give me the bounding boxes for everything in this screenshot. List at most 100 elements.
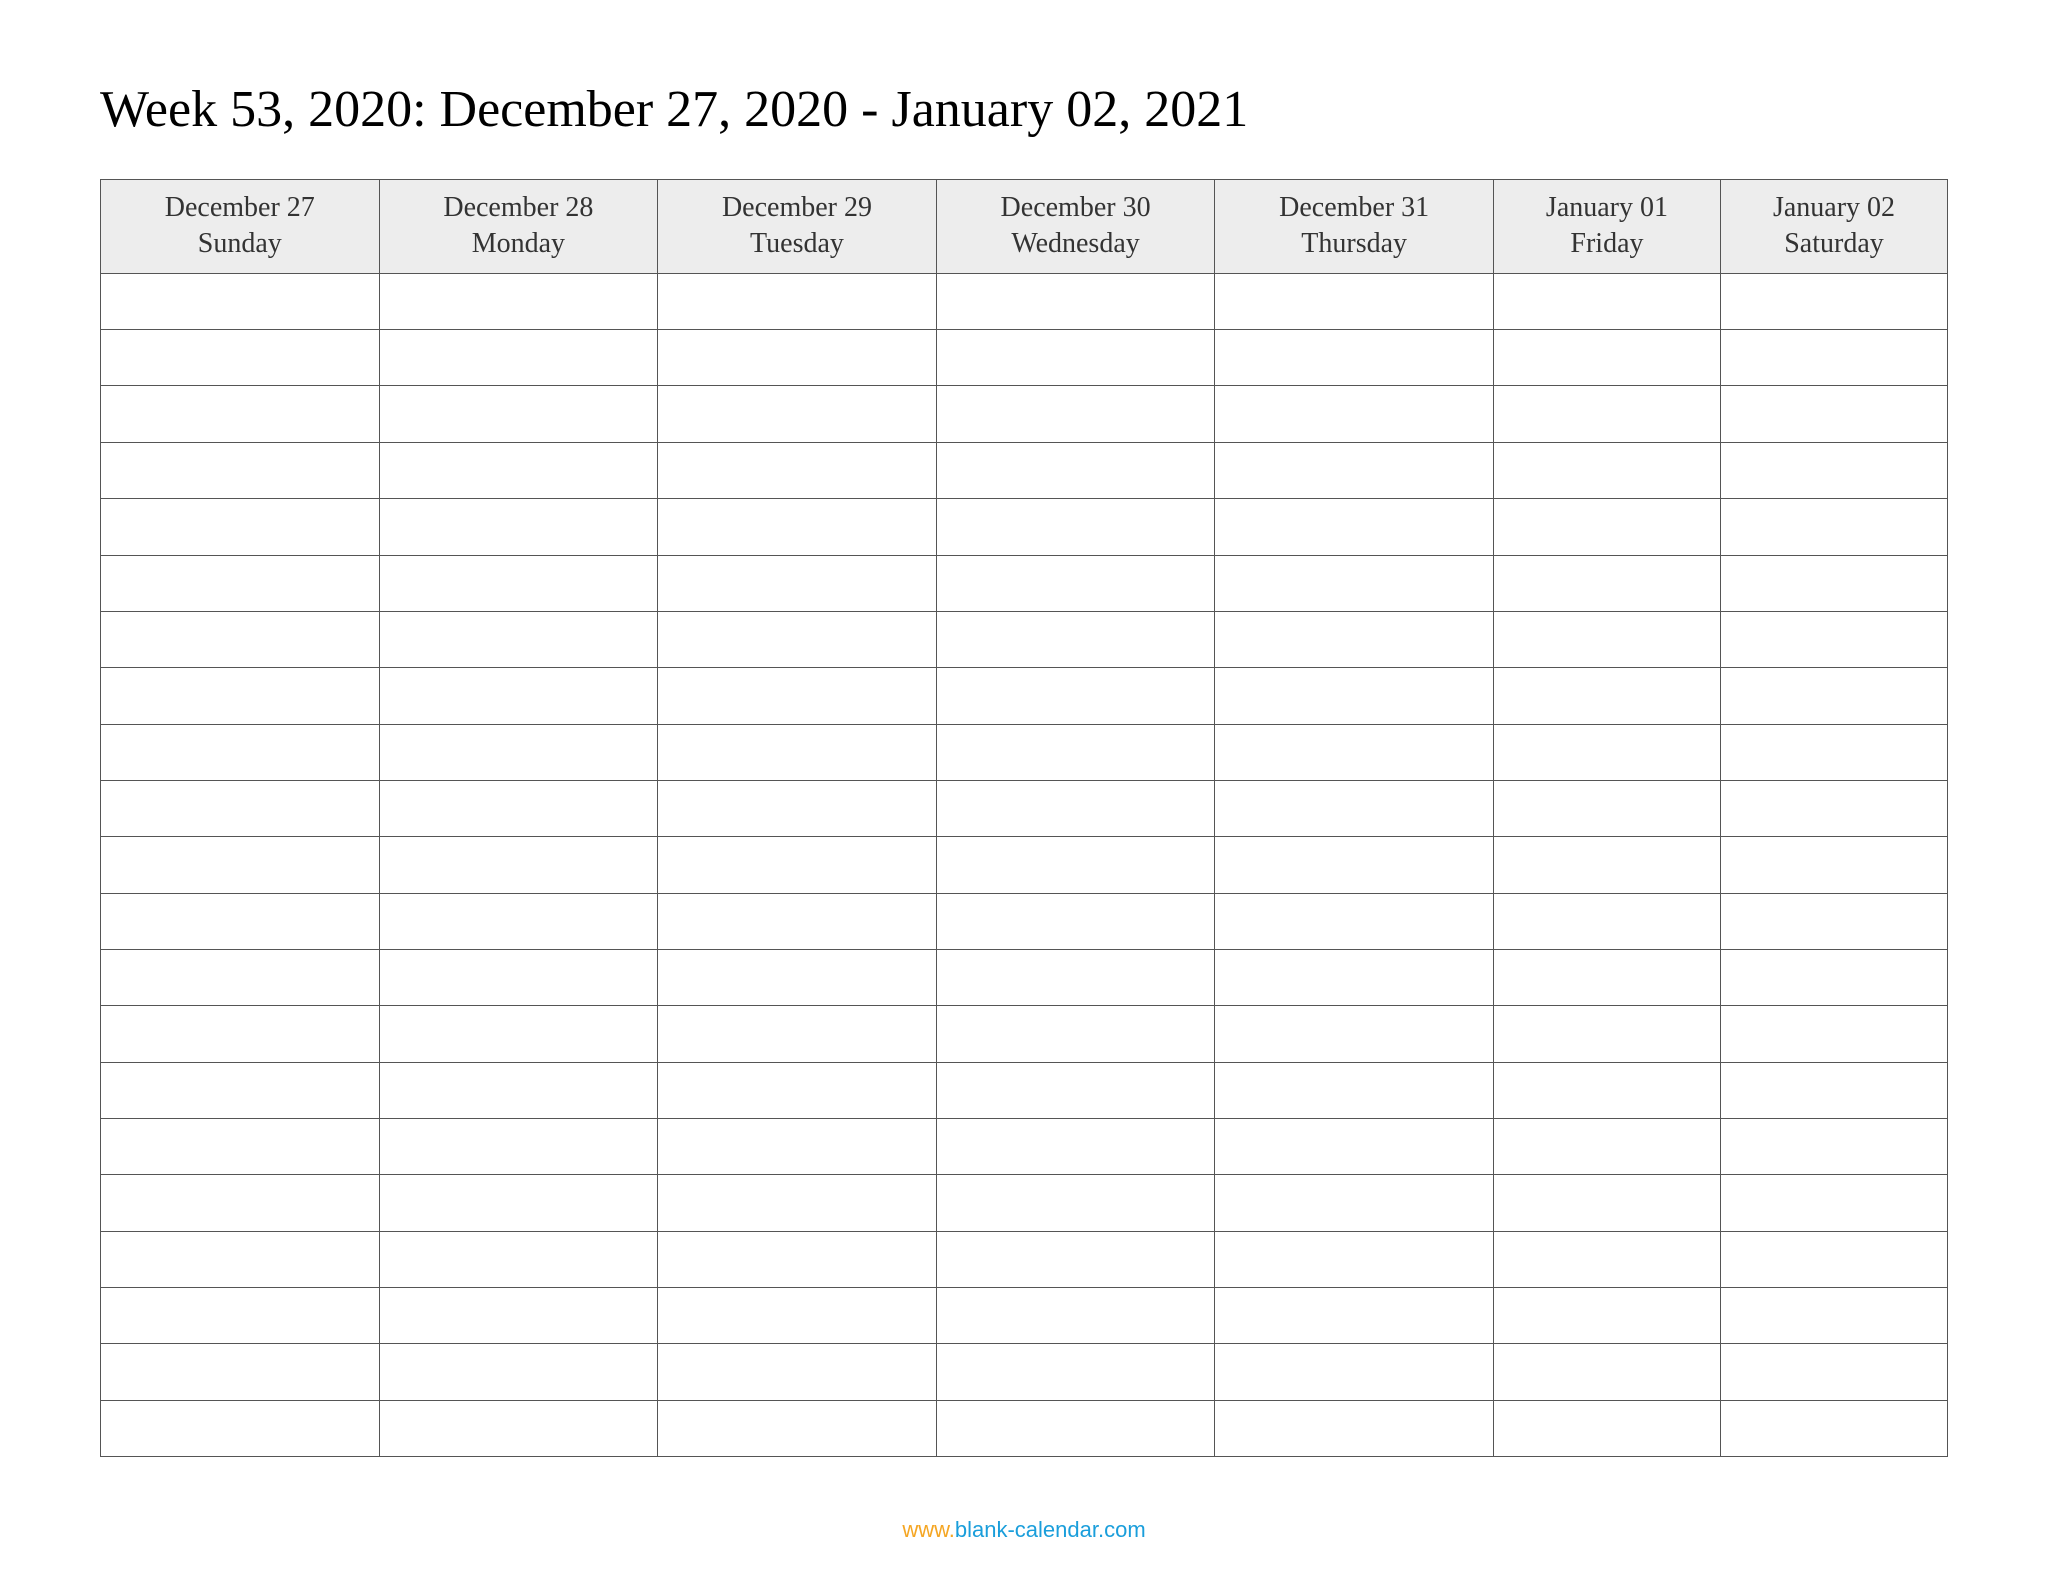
calendar-cell — [1493, 949, 1720, 1005]
calendar-cell — [936, 611, 1215, 667]
calendar-cell — [1493, 611, 1720, 667]
footer-prefix: www. — [902, 1517, 955, 1542]
calendar-cell — [658, 611, 937, 667]
calendar-row — [101, 1175, 1948, 1231]
calendar-row — [101, 1006, 1948, 1062]
calendar-cell — [379, 893, 658, 949]
calendar-row — [101, 949, 1948, 1005]
calendar-cell — [1493, 780, 1720, 836]
calendar-cell — [1215, 442, 1494, 498]
page-title: Week 53, 2020: December 27, 2020 - Janua… — [100, 80, 1948, 139]
calendar-cell — [101, 949, 380, 1005]
calendar-cell — [1215, 1231, 1494, 1287]
calendar-cell — [1720, 555, 1947, 611]
calendar-cell — [1720, 273, 1947, 329]
calendar-cell — [658, 1344, 937, 1400]
calendar-body — [101, 273, 1948, 1456]
calendar-cell — [936, 386, 1215, 442]
calendar-cell — [936, 1118, 1215, 1174]
calendar-cell — [379, 1344, 658, 1400]
calendar-cell — [936, 330, 1215, 386]
calendar-cell — [658, 330, 937, 386]
calendar-cell — [1215, 893, 1494, 949]
calendar-cell — [1215, 499, 1494, 555]
calendar-row — [101, 893, 1948, 949]
calendar-cell — [379, 273, 658, 329]
calendar-cell — [1493, 330, 1720, 386]
calendar-cell — [1720, 780, 1947, 836]
calendar-cell — [1720, 1344, 1947, 1400]
calendar-cell — [1215, 1344, 1494, 1400]
calendar-cell — [1720, 1175, 1947, 1231]
calendar-cell — [658, 1231, 937, 1287]
calendar-row — [101, 1118, 1948, 1174]
calendar-cell — [1493, 668, 1720, 724]
calendar-cell — [936, 949, 1215, 1005]
calendar-cell — [1493, 724, 1720, 780]
calendar-cell — [1720, 611, 1947, 667]
column-header-monday: December 28 Monday — [379, 180, 658, 274]
calendar-cell — [1720, 1231, 1947, 1287]
calendar-cell — [379, 1006, 658, 1062]
calendar-cell — [101, 1400, 380, 1456]
calendar-cell — [936, 1006, 1215, 1062]
calendar-cell — [101, 780, 380, 836]
calendar-cell — [1720, 949, 1947, 1005]
calendar-cell — [1720, 330, 1947, 386]
calendar-cell — [658, 555, 937, 611]
calendar-cell — [1720, 893, 1947, 949]
calendar-cell — [1215, 1062, 1494, 1118]
calendar-cell — [1493, 1062, 1720, 1118]
calendar-cell — [1720, 1287, 1947, 1343]
calendar-cell — [379, 780, 658, 836]
calendar-cell — [936, 499, 1215, 555]
header-date: January 02 — [1721, 190, 1947, 226]
calendar-cell — [1215, 1400, 1494, 1456]
header-day: Monday — [380, 226, 658, 262]
calendar-row — [101, 1344, 1948, 1400]
calendar-cell — [379, 1118, 658, 1174]
calendar-cell — [1215, 724, 1494, 780]
calendar-cell — [101, 1118, 380, 1174]
calendar-cell — [379, 499, 658, 555]
calendar-cell — [379, 1175, 658, 1231]
calendar-cell — [1215, 1118, 1494, 1174]
calendar-row — [101, 1400, 1948, 1456]
calendar-cell — [1720, 442, 1947, 498]
calendar-cell — [379, 386, 658, 442]
calendar-cell — [1493, 442, 1720, 498]
calendar-cell — [1215, 386, 1494, 442]
calendar-cell — [1215, 1006, 1494, 1062]
calendar-cell — [1720, 1062, 1947, 1118]
calendar-cell — [1493, 1344, 1720, 1400]
calendar-cell — [658, 1175, 937, 1231]
calendar-cell — [101, 1006, 380, 1062]
column-header-sunday: December 27 Sunday — [101, 180, 380, 274]
calendar-cell — [1215, 611, 1494, 667]
calendar-cell — [379, 1287, 658, 1343]
calendar-cell — [658, 1118, 937, 1174]
calendar-row — [101, 611, 1948, 667]
calendar-cell — [1215, 1175, 1494, 1231]
calendar-cell — [658, 893, 937, 949]
calendar-cell — [101, 1231, 380, 1287]
calendar-cell — [101, 442, 380, 498]
calendar-cell — [101, 1287, 380, 1343]
column-header-friday: January 01 Friday — [1493, 180, 1720, 274]
calendar-cell — [101, 668, 380, 724]
calendar-row — [101, 330, 1948, 386]
calendar-cell — [1720, 668, 1947, 724]
calendar-cell — [101, 386, 380, 442]
calendar-cell — [658, 1006, 937, 1062]
header-date: December 31 — [1215, 190, 1493, 226]
column-header-saturday: January 02 Saturday — [1720, 180, 1947, 274]
header-day: Wednesday — [937, 226, 1215, 262]
calendar-cell — [1493, 893, 1720, 949]
calendar-cell — [936, 1062, 1215, 1118]
calendar-cell — [658, 1062, 937, 1118]
calendar-cell — [1720, 386, 1947, 442]
calendar-cell — [936, 1400, 1215, 1456]
calendar-cell — [658, 386, 937, 442]
calendar-cell — [1493, 1400, 1720, 1456]
calendar-cell — [379, 442, 658, 498]
